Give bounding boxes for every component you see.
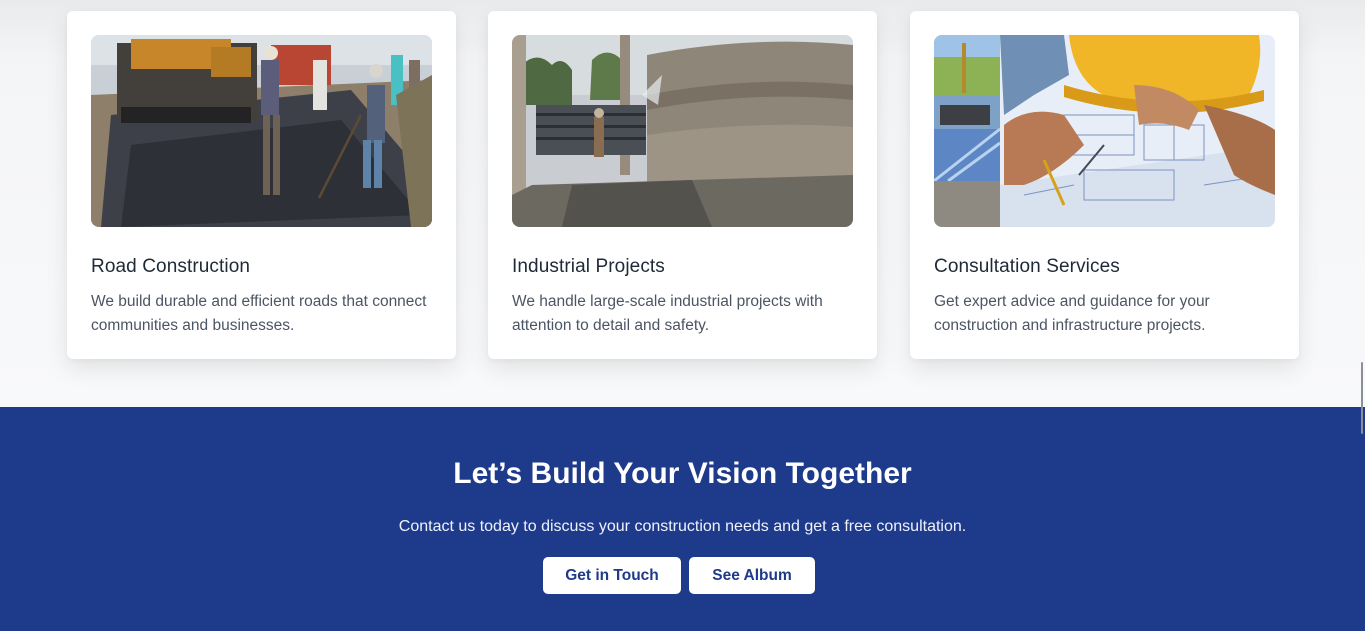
services-section: Road Construction We build durable and e… — [0, 0, 1365, 407]
cta-subtitle: Contact us today to discuss your constru… — [398, 518, 967, 535]
service-card-road-construction: Road Construction We build durable and e… — [67, 11, 456, 359]
get-in-touch-button[interactable]: Get in Touch — [543, 557, 681, 594]
service-card-consultation-services: Consultation Services Get expert advice … — [910, 11, 1299, 359]
cta-title: Let’s Build Your Vision Together — [453, 457, 912, 490]
industrial-projects-image — [512, 35, 853, 227]
road-construction-image — [91, 35, 432, 227]
service-title: Road Construction — [91, 256, 251, 277]
see-album-button[interactable]: See Album — [689, 557, 815, 594]
service-description: We build durable and efficient roads tha… — [91, 293, 427, 334]
consultation-services-image — [934, 35, 1275, 227]
service-description: We handle large-scale industrial project… — [512, 293, 823, 334]
service-title: Consultation Services — [934, 256, 1120, 277]
service-title: Industrial Projects — [512, 256, 665, 277]
page-scrollbar[interactable] — [1361, 362, 1363, 434]
service-card-industrial-projects: Industrial Projects We handle large-scal… — [488, 11, 877, 359]
cta-banner: Let’s Build Your Vision Together Contact… — [0, 407, 1365, 631]
service-description: Get expert advice and guidance for your … — [934, 293, 1210, 334]
